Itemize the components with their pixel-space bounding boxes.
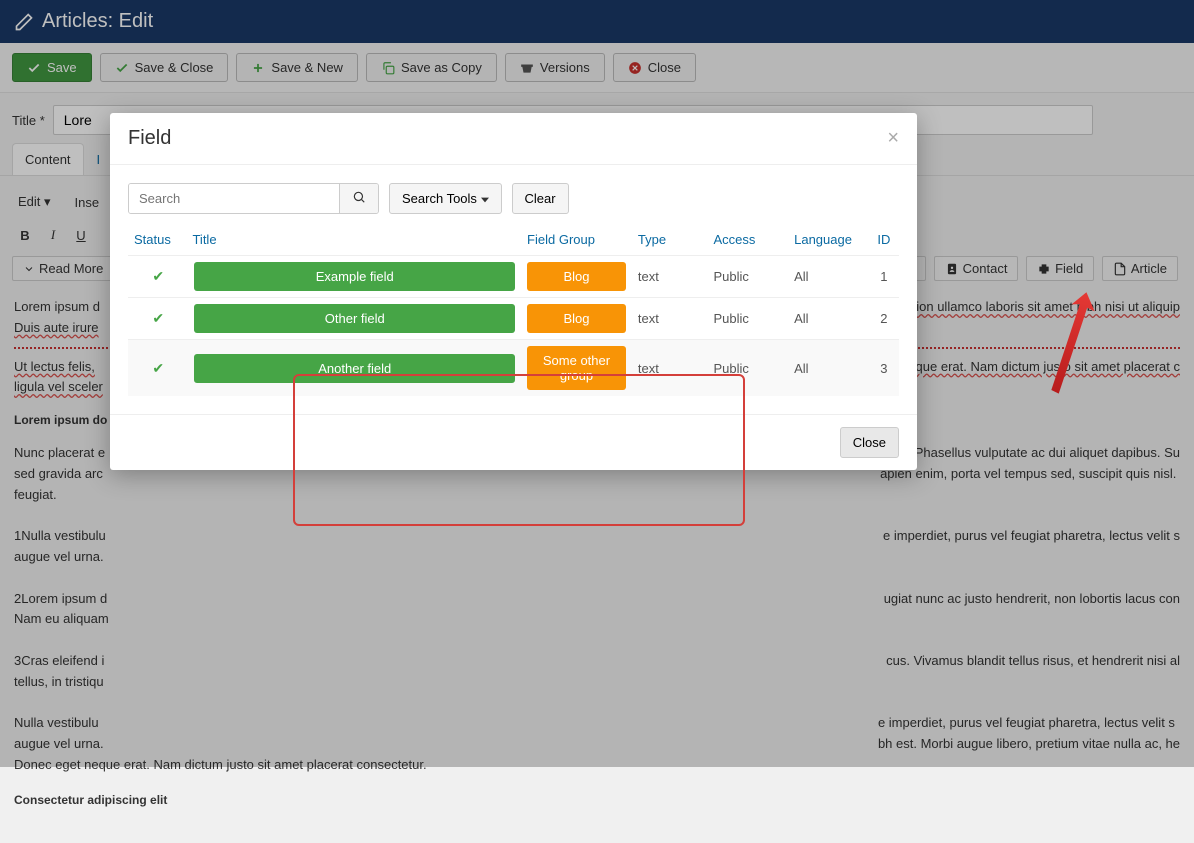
- search-tools-label: Search Tools: [402, 191, 481, 206]
- col-access[interactable]: Access: [707, 224, 788, 256]
- modal-footer: Close: [110, 414, 917, 470]
- clear-button[interactable]: Clear: [512, 183, 569, 214]
- published-icon: ✔: [152, 310, 164, 326]
- col-group[interactable]: Field Group: [521, 224, 632, 256]
- field-access: Public: [707, 256, 788, 298]
- col-title[interactable]: Title: [188, 224, 521, 256]
- col-id[interactable]: ID: [869, 224, 899, 256]
- search-submit-button[interactable]: [339, 184, 378, 213]
- field-id: 3: [869, 340, 899, 397]
- modal-close-button[interactable]: ×: [887, 127, 899, 150]
- content-heading: Consectetur adipiscing elit: [14, 793, 167, 807]
- published-icon: ✔: [152, 360, 164, 376]
- field-language: All: [788, 256, 869, 298]
- field-title-pill[interactable]: Example field: [194, 262, 515, 291]
- col-language[interactable]: Language: [788, 224, 869, 256]
- table-row: ✔ Other field BlogtextPublicAll2: [128, 298, 899, 340]
- field-language: All: [788, 298, 869, 340]
- field-id: 1: [869, 256, 899, 298]
- search-input[interactable]: [129, 184, 339, 213]
- field-language: All: [788, 340, 869, 397]
- field-type: text: [632, 298, 708, 340]
- search-icon: [352, 190, 366, 204]
- field-access: Public: [707, 340, 788, 397]
- modal-header: Field ×: [110, 113, 917, 165]
- search-row: Search Tools Clear: [128, 183, 899, 214]
- field-modal: Field × Search Tools Clear Status Title: [110, 113, 917, 470]
- search-tools-button[interactable]: Search Tools: [389, 183, 502, 214]
- field-type: text: [632, 256, 708, 298]
- modal-footer-close-button[interactable]: Close: [840, 427, 899, 458]
- field-group-pill[interactable]: Blog: [527, 304, 626, 333]
- field-table: Status Title Field Group Type Access Lan…: [128, 224, 899, 396]
- field-group-pill[interactable]: Some other group: [527, 346, 626, 390]
- modal-body: Search Tools Clear Status Title Field Gr…: [110, 165, 917, 414]
- table-row: ✔ Another field Some other grouptextPublic…: [128, 340, 899, 397]
- table-row: ✔ Example field BlogtextPublicAll1: [128, 256, 899, 298]
- field-group-pill[interactable]: Blog: [527, 262, 626, 291]
- caret-down-icon: [481, 196, 489, 204]
- field-type: text: [632, 340, 708, 397]
- field-title-pill[interactable]: Another field: [194, 354, 515, 383]
- field-access: Public: [707, 298, 788, 340]
- field-title-pill[interactable]: Other field: [194, 304, 515, 333]
- search-wrap: [128, 183, 379, 214]
- col-status[interactable]: Status: [128, 224, 188, 256]
- published-icon: ✔: [152, 268, 164, 284]
- col-type[interactable]: Type: [632, 224, 708, 256]
- field-id: 2: [869, 298, 899, 340]
- modal-title: Field: [128, 127, 171, 150]
